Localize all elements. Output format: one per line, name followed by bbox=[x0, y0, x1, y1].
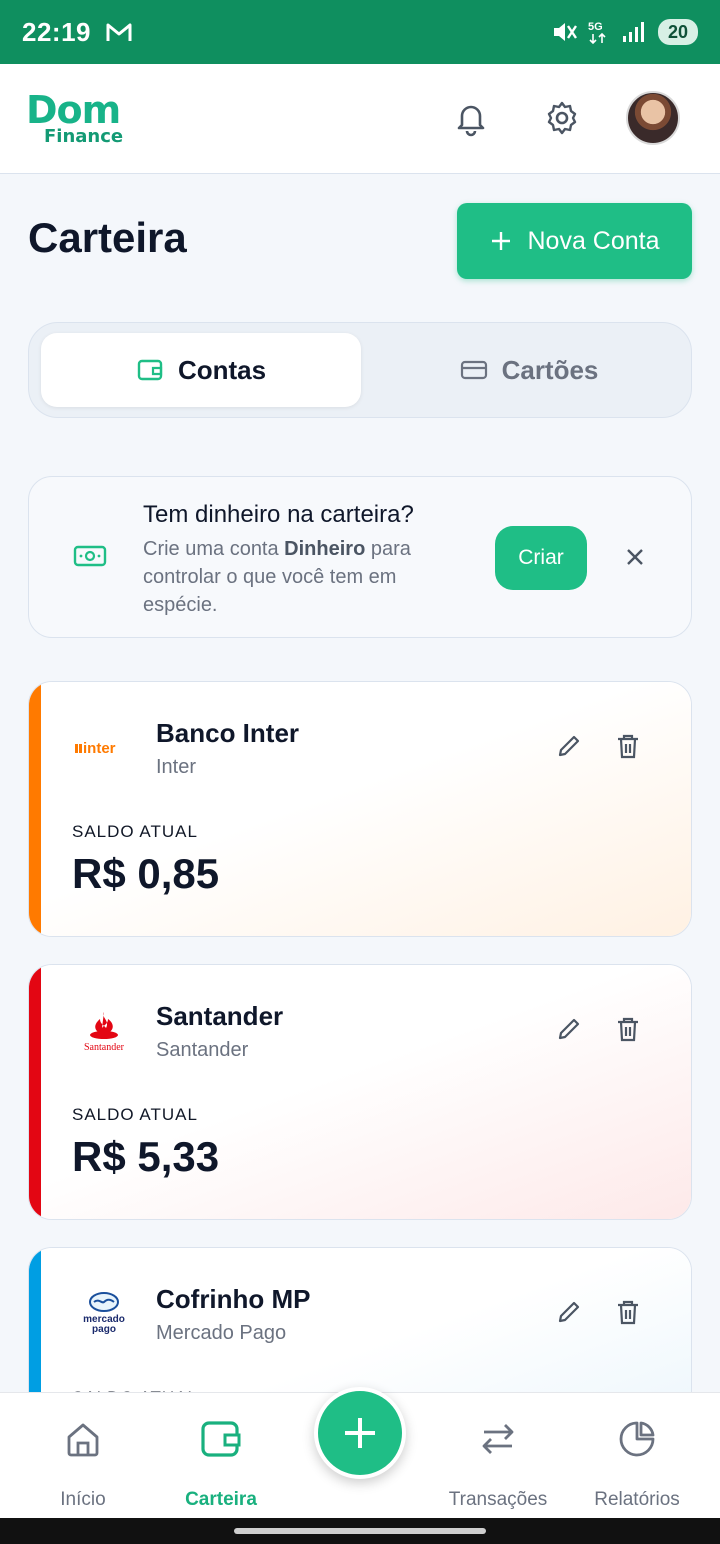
user-avatar[interactable] bbox=[626, 91, 680, 145]
tip-text-bold: Dinheiro bbox=[284, 538, 366, 560]
account-institution: Mercado Pago bbox=[156, 1322, 287, 1344]
battery-badge: 20 bbox=[657, 19, 698, 45]
plus-icon bbox=[492, 232, 511, 250]
transfer-icon bbox=[482, 1424, 514, 1454]
network-5g-icon: 5G bbox=[588, 21, 606, 45]
pencil-icon[interactable] bbox=[555, 1298, 583, 1326]
nav-relatorios-label: Relatórios bbox=[594, 1489, 680, 1510]
account-name: Cofrinho MP bbox=[156, 1284, 311, 1314]
tip-text: Crie uma conta Dinheiro para controlar o… bbox=[143, 535, 463, 619]
add-transaction-button[interactable] bbox=[314, 1387, 406, 1479]
trash-icon[interactable] bbox=[615, 1015, 641, 1043]
account-type-tabs: Contas Cartões bbox=[28, 322, 692, 418]
app-header: Dom Finance bbox=[0, 64, 720, 174]
santander-logo: Santander bbox=[69, 1007, 139, 1055]
logo-text-bottom: Finance bbox=[44, 126, 124, 147]
account-institution: Santander bbox=[156, 1039, 249, 1061]
mercado-pago-logo: mercado pago bbox=[69, 1290, 139, 1338]
nav-inicio[interactable]: Início bbox=[13, 1413, 153, 1511]
account-name: Banco Inter bbox=[156, 718, 300, 748]
wallet-icon bbox=[201, 1421, 241, 1457]
nav-carteira-label: Carteira bbox=[185, 1489, 257, 1510]
gesture-bar bbox=[0, 1518, 720, 1544]
account-color-stripe bbox=[29, 965, 41, 1219]
gear-icon[interactable] bbox=[542, 98, 582, 138]
svg-text:pago: pago bbox=[92, 1324, 116, 1335]
tip-text-part: Crie uma conta bbox=[143, 538, 285, 560]
trash-icon[interactable] bbox=[615, 732, 641, 760]
pie-chart-icon bbox=[619, 1421, 655, 1457]
app-logo[interactable]: Dom Finance bbox=[26, 88, 140, 150]
home-icon bbox=[67, 1423, 99, 1457]
tab-contas[interactable]: Contas bbox=[41, 333, 361, 407]
create-cash-button[interactable]: Criar bbox=[495, 526, 587, 590]
inter-logo: inter bbox=[69, 724, 139, 772]
account-card[interactable]: inter Banco Inter Inter SALDO ATUAL R$ 0… bbox=[28, 681, 692, 937]
cash-icon bbox=[73, 545, 107, 567]
nav-carteira[interactable]: Carteira bbox=[151, 1413, 291, 1511]
mute-icon bbox=[553, 23, 577, 41]
balance-label: SALDO ATUAL bbox=[72, 1105, 198, 1124]
credit-card-icon bbox=[460, 360, 487, 380]
cash-account-tip: Tem dinheiro na carteira? Crie uma conta… bbox=[28, 476, 692, 638]
svg-text:Santander: Santander bbox=[84, 1042, 125, 1053]
new-account-button[interactable]: Nova Conta bbox=[457, 203, 692, 279]
status-time: 22:19 bbox=[22, 16, 91, 47]
nav-transacoes-label: Transações bbox=[448, 1489, 548, 1510]
tab-cartoes[interactable]: Cartões bbox=[369, 333, 689, 407]
account-name: Santander bbox=[156, 1001, 284, 1031]
pencil-icon[interactable] bbox=[555, 1015, 583, 1043]
trash-icon[interactable] bbox=[615, 1298, 641, 1326]
pencil-icon[interactable] bbox=[555, 732, 583, 760]
gmail-icon bbox=[106, 23, 132, 41]
new-account-label: Nova Conta bbox=[527, 226, 660, 255]
svg-text:inter: inter bbox=[83, 740, 116, 757]
account-balance: R$ 5,33 bbox=[72, 1133, 220, 1180]
nav-transacoes[interactable]: Transações bbox=[428, 1413, 568, 1511]
account-institution: Inter bbox=[156, 756, 197, 778]
svg-text:5G: 5G bbox=[588, 21, 603, 33]
tip-title: Tem dinheiro na carteira? bbox=[143, 501, 414, 528]
nav-relatorios[interactable]: Relatórios bbox=[567, 1413, 707, 1511]
account-color-stripe bbox=[29, 682, 41, 936]
home-indicator[interactable] bbox=[234, 1528, 486, 1534]
signal-icon bbox=[622, 22, 644, 42]
tab-contas-label: Contas bbox=[177, 354, 267, 385]
tab-cartoes-label: Cartões bbox=[501, 354, 599, 385]
account-card[interactable]: Santander Santander Santander SALDO ATUA… bbox=[28, 964, 692, 1220]
page-title: Carteira bbox=[28, 214, 187, 261]
account-balance: R$ 0,85 bbox=[72, 850, 220, 897]
plus-icon bbox=[345, 1418, 375, 1448]
nav-inicio-label: Início bbox=[60, 1489, 106, 1510]
status-bar: 22:19 5G 20 bbox=[0, 0, 720, 64]
close-icon[interactable] bbox=[621, 543, 649, 571]
wallet-icon bbox=[137, 359, 163, 381]
balance-label: SALDO ATUAL bbox=[72, 822, 198, 841]
bell-icon[interactable] bbox=[451, 98, 491, 138]
